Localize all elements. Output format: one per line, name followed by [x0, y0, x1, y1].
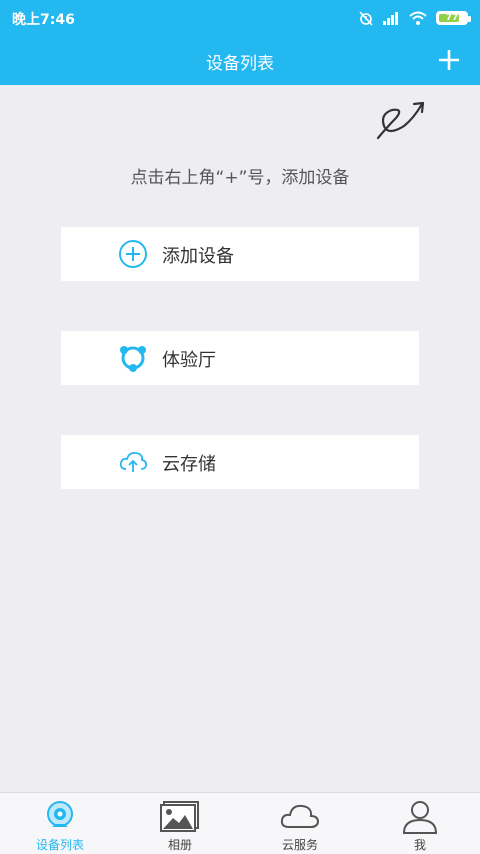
person-icon — [402, 801, 438, 834]
add-device-label: 添加设备 — [162, 246, 234, 267]
cloud-icon — [280, 804, 320, 828]
experience-hall-label: 体验厅 — [162, 350, 216, 371]
page-title: 设备列表 — [206, 54, 274, 74]
tab-me[interactable]: 我 — [360, 793, 480, 854]
cloud-storage-card[interactable]: 云存储 — [61, 435, 419, 489]
bottom-tab-bar: 设备列表 相册 云服务 我 — [0, 792, 480, 854]
battery-icon: 77 — [436, 11, 471, 25]
header-bar: 设备列表 — [0, 35, 480, 85]
battery-percent: 77 — [445, 13, 459, 23]
experience-hall-card[interactable]: 体验厅 — [61, 331, 419, 385]
status-icons: 77 — [358, 9, 471, 27]
cloud-upload-icon — [119, 451, 148, 472]
tab-photos[interactable]: 相册 — [120, 793, 240, 854]
hint-text: 点击右上角“+”号，添加设备 — [130, 168, 350, 188]
cloud-storage-label: 云存储 — [162, 454, 216, 475]
signal-icon — [383, 12, 398, 25]
tab-me-label: 我 — [413, 838, 426, 852]
tab-device-list-label: 设备列表 — [35, 838, 84, 852]
add-device-plus-button[interactable] — [436, 47, 462, 73]
alarm-off-icon — [359, 11, 373, 26]
photo-icon — [160, 801, 199, 832]
hint-arrow-icon — [376, 101, 425, 140]
tab-cloud-service[interactable]: 云服务 — [240, 793, 360, 854]
tab-cloud-service-label: 云服务 — [281, 838, 318, 852]
wifi-icon — [409, 11, 427, 25]
plus-circle-icon — [119, 240, 147, 268]
add-device-card[interactable]: 添加设备 — [61, 227, 419, 281]
tab-device-list[interactable]: 设备列表 — [0, 793, 120, 854]
status-bar: 晚上7:46 77 — [0, 0, 480, 35]
status-time: 晚上7:46 — [12, 12, 75, 28]
share-circle-icon — [120, 346, 146, 372]
tab-photos-label: 相册 — [167, 838, 192, 852]
camera-icon — [47, 801, 73, 827]
